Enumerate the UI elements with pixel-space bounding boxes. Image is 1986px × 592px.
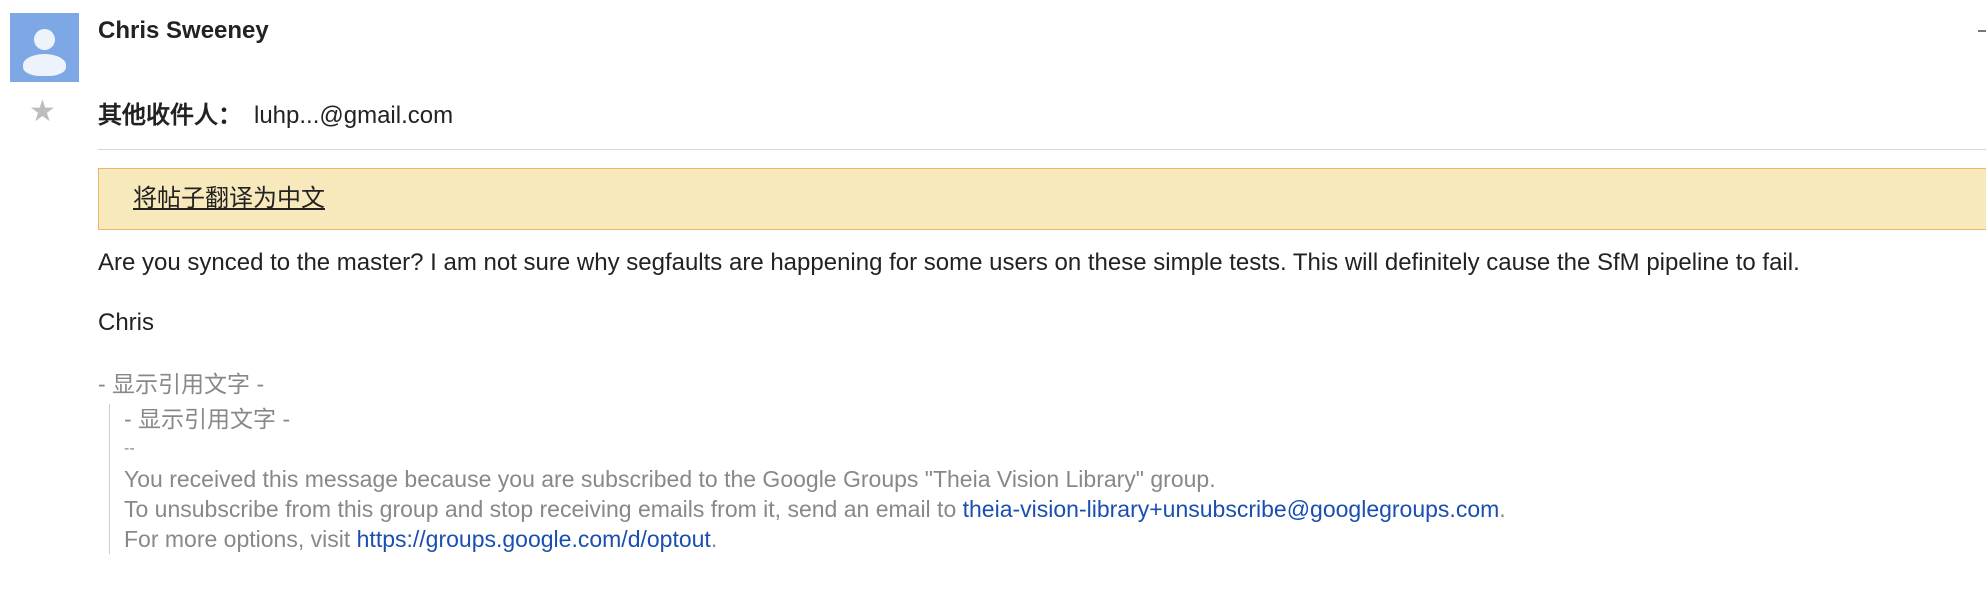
more-options-line-end: . xyxy=(710,526,718,552)
message-body: Are you synced to the master? I am not s… xyxy=(98,249,1800,276)
recipients-row: 其他收件人： luhp...@gmail.com xyxy=(98,101,453,131)
sender-avatar[interactable] xyxy=(10,13,79,82)
translate-bar: 将帖子翻译为中文 xyxy=(98,168,1986,230)
unsubscribe-line: To unsubscribe from this group and stop … xyxy=(124,494,1986,524)
show-quoted-text-toggle[interactable]: - 显示引用文字 - xyxy=(98,369,264,399)
optout-link[interactable]: https://groups.google.com/d/optout xyxy=(357,526,711,552)
quoted-block: - 显示引用文字 - -- You received this message … xyxy=(109,404,1986,554)
translate-post-link[interactable]: 将帖子翻译为中文 xyxy=(133,184,325,214)
more-options-text: For more options, visit xyxy=(124,526,357,552)
group-subscription-notice: You received this message because you ar… xyxy=(124,466,1216,492)
sender-name[interactable]: Chris Sweeney xyxy=(98,16,269,46)
header-divider xyxy=(98,149,1986,150)
unsubscribe-text: To unsubscribe from this group and stop … xyxy=(124,496,963,522)
avatar-shoulders-shape xyxy=(23,54,66,76)
recipients-value: luhp...@gmail.com xyxy=(254,102,454,129)
star-icon[interactable]: ★ xyxy=(29,97,56,127)
header-more-indicator[interactable] xyxy=(1978,30,1986,32)
unsubscribe-line-end: . xyxy=(1499,496,1506,522)
more-options-line: For more options, visit https://groups.g… xyxy=(124,524,1986,554)
message-signature: Chris xyxy=(98,309,155,336)
unsubscribe-email-link[interactable]: theia-vision-library+unsubscribe@googleg… xyxy=(963,496,1500,522)
signature-separator: -- xyxy=(124,440,135,457)
nested-show-quoted-text-toggle[interactable]: - 显示引用文字 - xyxy=(124,404,1986,434)
avatar-head-shape xyxy=(34,29,55,50)
recipients-label: 其他收件人： xyxy=(98,102,242,129)
